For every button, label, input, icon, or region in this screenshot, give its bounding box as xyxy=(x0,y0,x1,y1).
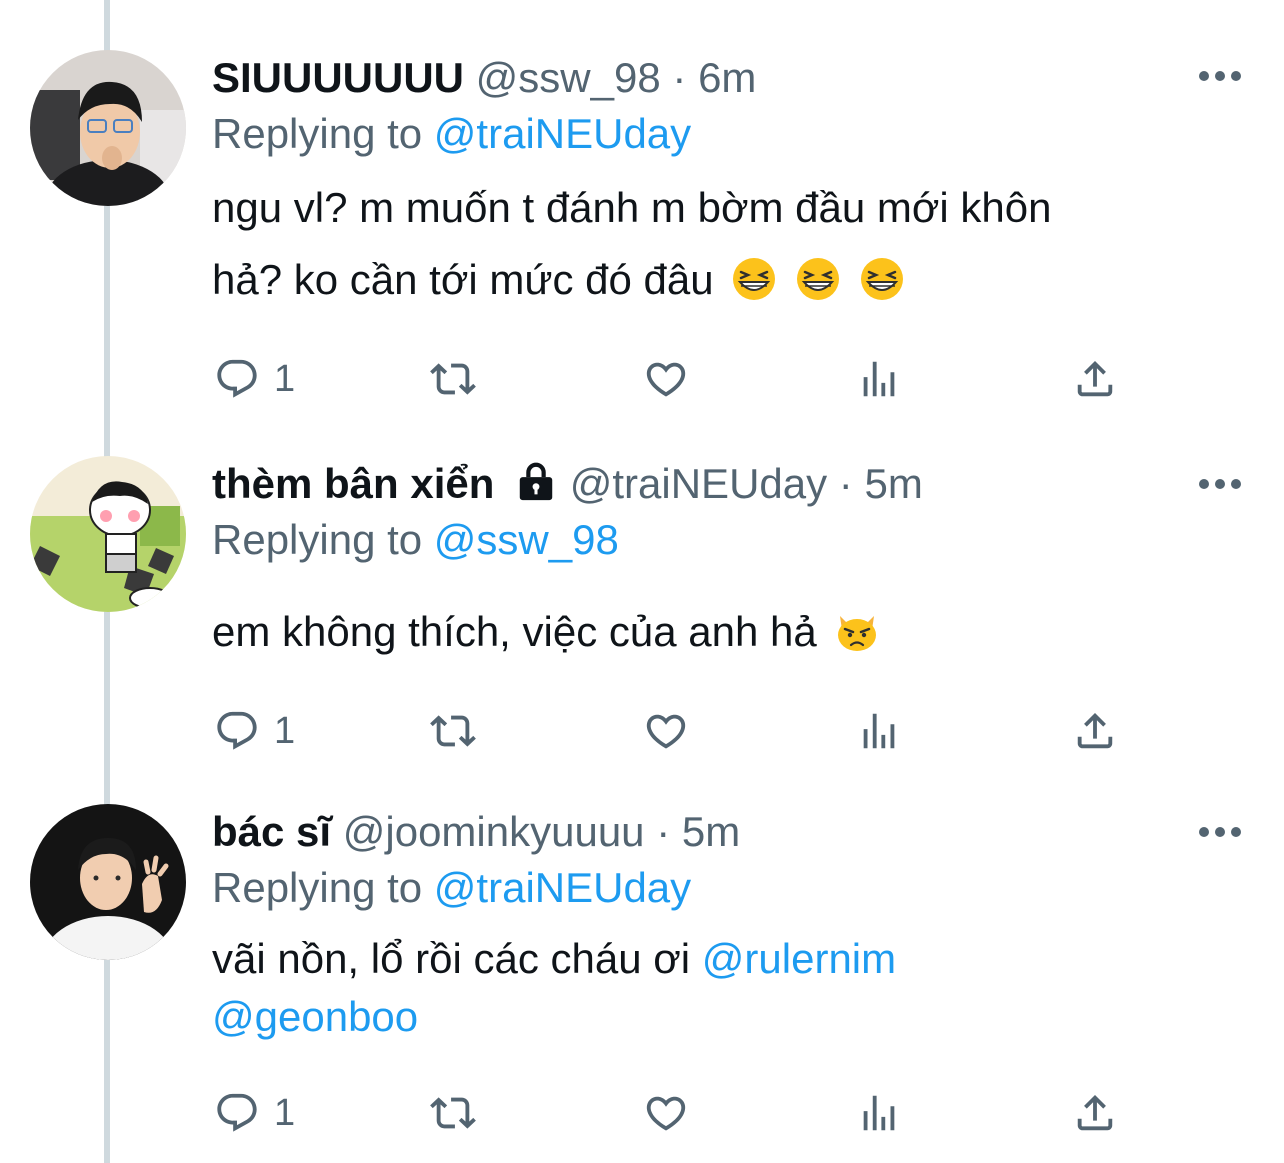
tweet-header: bác sĩ @joominkyuuuu · 5m xyxy=(212,804,740,860)
tweet-text-line-wrap: hả? ko cần tới mức đó đâu xyxy=(212,244,1222,316)
like-icon xyxy=(646,1096,686,1131)
user-handle[interactable]: @ssw_98 xyxy=(476,54,661,101)
retweet-icon xyxy=(430,1097,476,1129)
share-button[interactable] xyxy=(1072,354,1118,404)
analytics-icon xyxy=(863,361,895,397)
retweet-icon xyxy=(430,715,476,747)
tweet-text: vãi nồn, lổ rồi các cháu ơi @rulernim @g… xyxy=(212,930,1222,1046)
replying-to-label: Replying to xyxy=(212,516,423,563)
replying-to: Replying to @ssw_98 xyxy=(212,512,619,568)
share-button[interactable] xyxy=(1072,1088,1118,1138)
avatar[interactable] xyxy=(30,456,186,612)
reply-icon xyxy=(217,359,257,398)
reply-button[interactable]: 1 xyxy=(214,1088,295,1138)
timestamp[interactable]: 5m xyxy=(864,460,922,507)
replying-to-mention[interactable]: @ssw_98 xyxy=(434,516,619,563)
display-name[interactable]: bác sĩ xyxy=(212,808,331,855)
replying-to-label: Replying to xyxy=(212,110,423,157)
share-button[interactable] xyxy=(1072,706,1118,756)
mention-link[interactable]: @rulernim xyxy=(702,935,896,982)
more-icon[interactable] xyxy=(1198,478,1242,490)
replying-to: Replying to @traiNEUday xyxy=(212,860,691,916)
pouting-cat-face-icon xyxy=(838,616,877,651)
like-button[interactable] xyxy=(642,354,690,404)
grinning-squinting-face-icon xyxy=(733,258,776,300)
like-button[interactable] xyxy=(642,706,690,756)
grinning-squinting-face-icon xyxy=(796,258,839,300)
avatar[interactable] xyxy=(30,804,186,960)
retweet-icon xyxy=(430,363,476,395)
reply-button[interactable]: 1 xyxy=(214,354,295,404)
replying-to-mention[interactable]: @traiNEUday xyxy=(434,864,691,911)
user-handle[interactable]: @joominkyuuuu xyxy=(343,808,645,855)
reply-icon xyxy=(217,1093,257,1132)
reply-button[interactable]: 1 xyxy=(214,706,295,756)
analytics-icon xyxy=(863,1095,895,1131)
tweet-text-line: em không thích, việc của anh hả xyxy=(212,608,817,655)
tweet-header: thèm bân xiển @traiNEUday · 5m xyxy=(212,456,923,512)
more-icon[interactable] xyxy=(1198,826,1242,838)
tweet-text: ngu vl? m muốn t đánh m bờm đầu mới khôn… xyxy=(212,172,1222,316)
analytics-icon xyxy=(863,713,895,749)
analytics-button[interactable] xyxy=(856,1088,902,1138)
grinning-squinting-face-icon xyxy=(860,258,903,300)
timestamp[interactable]: 6m xyxy=(698,54,756,101)
tweet-text-line-wrap: em không thích, việc của anh hả xyxy=(212,596,1222,668)
tweet-header: SIUUUUUUU @ssw_98 · 6m xyxy=(212,50,756,106)
display-name[interactable]: thèm bân xiển xyxy=(212,460,494,507)
tweet-text-line-wrap: vãi nồn, lổ rồi các cháu ơi @rulernim xyxy=(212,930,1222,988)
separator-dot: · xyxy=(656,808,671,855)
more-icon[interactable] xyxy=(1198,70,1242,82)
analytics-button[interactable] xyxy=(856,706,902,756)
tweet-text-line: vãi nồn, lổ rồi các cháu ơi xyxy=(212,935,691,982)
share-icon xyxy=(1077,712,1113,749)
user-handle[interactable]: @traiNEUday xyxy=(570,460,827,507)
timestamp[interactable]: 5m xyxy=(682,808,740,855)
tweet-actions: 1 xyxy=(0,706,1284,756)
tweet-text-line: hả? ko cần tới mức đó đâu xyxy=(212,256,714,303)
retweet-button[interactable] xyxy=(428,1088,478,1138)
reply-count: 1 xyxy=(274,357,296,400)
lock-icon xyxy=(519,462,553,501)
tweet-actions: 1 xyxy=(0,354,1284,404)
reply-icon xyxy=(217,711,257,750)
tweet-actions: 1 xyxy=(0,1088,1284,1138)
share-icon xyxy=(1077,360,1113,397)
replying-to: Replying to @traiNEUday xyxy=(212,106,691,162)
display-name[interactable]: SIUUUUUUU xyxy=(212,54,464,101)
retweet-button[interactable] xyxy=(428,706,478,756)
like-button[interactable] xyxy=(642,1088,690,1138)
replying-to-mention[interactable]: @traiNEUday xyxy=(434,110,691,157)
tweet-text-line: ngu vl? m muốn t đánh m bờm đầu mới khôn xyxy=(212,184,1052,231)
share-icon xyxy=(1077,1094,1113,1131)
separator-dot: · xyxy=(838,460,853,507)
reply-count: 1 xyxy=(274,709,296,752)
like-icon xyxy=(646,714,686,749)
like-icon xyxy=(646,362,686,397)
mention-link[interactable]: @geonboo xyxy=(212,993,418,1040)
tweet-text: em không thích, việc của anh hả xyxy=(212,596,1222,668)
analytics-button[interactable] xyxy=(856,354,902,404)
tweet-text-line-wrap: @geonboo xyxy=(212,988,1222,1046)
avatar[interactable] xyxy=(30,50,186,206)
separator-dot: · xyxy=(672,54,687,101)
reply-count: 1 xyxy=(274,1091,296,1134)
retweet-button[interactable] xyxy=(428,354,478,404)
replying-to-label: Replying to xyxy=(212,864,423,911)
